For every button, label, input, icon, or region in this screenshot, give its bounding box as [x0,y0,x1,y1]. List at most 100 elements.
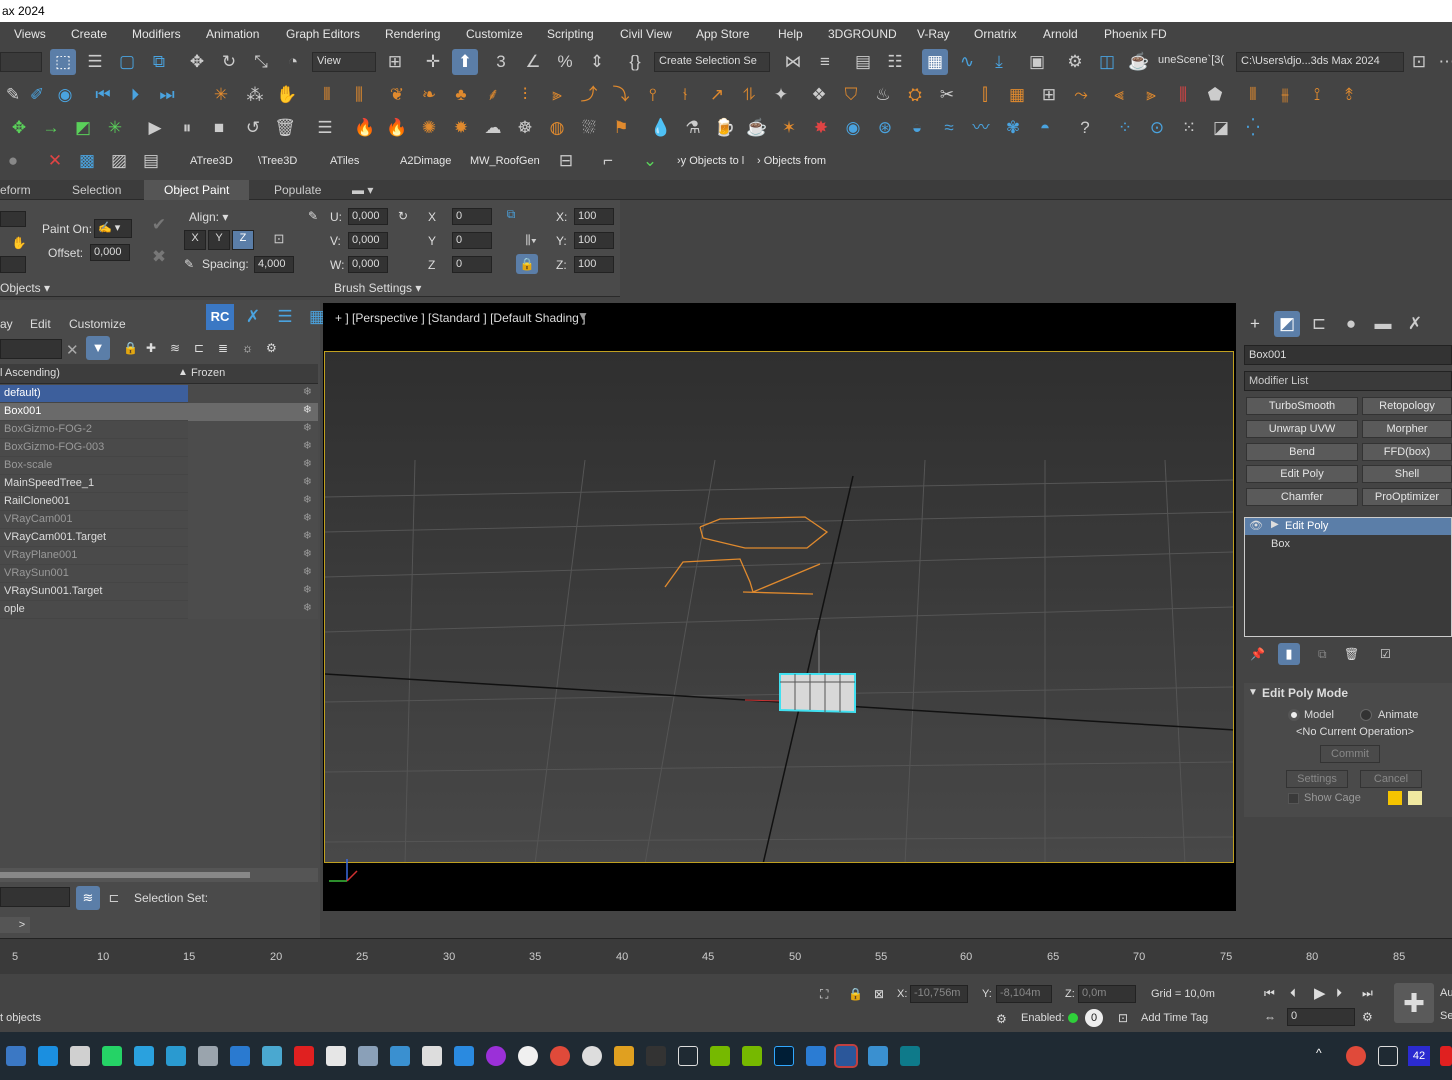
preset-j-icon[interactable]: ⫷ [1106,82,1132,108]
radio-animate[interactable] [1360,709,1372,721]
stack-item-edit-poly[interactable]: 👁 ▶ Edit Poly [1245,518,1451,535]
selection-set-dropdown[interactable] [0,887,70,907]
particles-e-icon[interactable]: ⁛ [1240,115,1266,141]
beer-icon[interactable]: 🍺 [712,115,738,141]
taskbar-camera-icon[interactable] [198,1046,218,1066]
taskbar-whatsapp-icon[interactable] [102,1046,122,1066]
add-layer-icon[interactable]: ✚ [146,341,156,355]
prev-frame-button[interactable] [0,917,14,933]
taskbar-calculator-icon[interactable] [70,1046,90,1066]
brush-settings-title[interactable]: Brush Settings ▾ [334,281,421,295]
taskbar-app-icon[interactable] [230,1046,250,1066]
freeze-icon[interactable]: ❄ [188,583,318,601]
w-input[interactable]: 0,000 [348,256,388,273]
scene-explorer-icon[interactable]: ▤ [850,49,876,75]
snap-c-icon[interactable]: ◩ [70,115,96,141]
offset-input[interactable]: 0,000 [90,244,130,261]
table-row[interactable]: Box-scale ❄ [0,457,318,475]
particles-a-icon[interactable]: ⁘ [1112,115,1138,141]
splash-b-icon[interactable]: ✾ [1000,115,1026,141]
preset-b-icon[interactable]: ⛉ [838,82,864,108]
scale-y-input[interactable]: 100 [574,232,614,249]
forest-scatter-icon[interactable]: ⁂ [242,82,268,108]
frame-icon[interactable]: ⊟ [553,148,579,174]
pivot-icon[interactable]: ⊞ [382,49,408,75]
motion-tab-icon[interactable]: ● [1338,311,1364,337]
col-frozen-header[interactable]: Frozen [191,367,225,379]
bend-button[interactable]: Bend [1246,443,1358,461]
menu-scripting[interactable]: Scripting [547,27,594,41]
snap-b-icon[interactable]: → [38,115,64,141]
vortex-icon[interactable]: ⊛ [872,115,898,141]
wave-b-icon[interactable]: ≈ [936,115,962,141]
play-preview-icon[interactable]: ⏵ [122,82,148,108]
angle-snap-icon[interactable]: ∠ [520,49,546,75]
unwrap-uvw-button[interactable]: Unwrap UVW [1246,420,1358,438]
tree-f-icon[interactable]: ⫸ [544,82,570,108]
taskbar-app-icon[interactable] [868,1046,888,1066]
curve-editor-icon[interactable]: ∿ [954,49,980,75]
tab-object-paint[interactable]: Object Paint [144,180,250,200]
preset-l-icon[interactable]: ⫼ [1170,82,1196,108]
objects-panel-title[interactable]: Objects ▾ [0,281,50,295]
chamfer-button[interactable]: Chamfer [1246,488,1358,506]
project-path-dropdown[interactable]: C:\Users\djo...3ds Max 2024 [1236,52,1404,72]
taskbar-app-icon[interactable] [326,1046,346,1066]
tree-b-icon[interactable]: ❧ [416,82,442,108]
configure-sets-icon[interactable]: ☑ [1380,647,1391,661]
play-icon[interactable]: ▶ [1314,984,1326,1002]
rot-y-input[interactable]: 0 [452,232,492,249]
preset-h-icon[interactable]: ⊞ [1036,82,1062,108]
foam-icon[interactable]: ◓ [1032,115,1058,141]
ffd-box-button[interactable]: FFD(box) [1362,443,1452,461]
taskbar-photos-icon[interactable] [390,1046,410,1066]
lock-icon[interactable]: 🔒 [123,341,138,355]
set-key-icon[interactable]: ✚ [1394,983,1434,1023]
add-time-tag-icon[interactable]: ⊡ [1118,1011,1128,1025]
rollout-title[interactable]: Edit Poly Mode [1262,686,1348,700]
layer-dropdown[interactable] [0,52,42,72]
absolute-mode-icon[interactable]: ⊠ [874,987,884,1001]
taskbar-app-icon[interactable] [742,1046,762,1066]
preset-f-icon[interactable]: ⫿ [972,82,998,108]
enabled-counter[interactable]: 0 [1085,1009,1103,1027]
preset-k-icon[interactable]: ⫸ [1138,82,1164,108]
mw-roofgen-button[interactable]: MW_RoofGen [470,155,540,167]
cage-color-swatch-2[interactable] [1408,791,1422,805]
tree-g-icon[interactable]: ⤴ [576,82,602,108]
material-editor-icon[interactable]: ▣ [1024,49,1050,75]
render-production-icon[interactable]: ☕ [1126,49,1152,75]
retopology-button[interactable]: Retopology [1362,397,1452,415]
freeze-icon[interactable]: ❄ [188,547,318,565]
modify-tab-icon[interactable]: ◩ [1274,311,1300,337]
turbosmooth-button[interactable]: TurboSmooth [1246,397,1358,415]
filter-icon[interactable]: ▼ [86,336,110,360]
ribbon-toggle-icon[interactable]: ▦ [922,49,948,75]
spline-shape-c[interactable] [742,591,814,595]
sim-pause-icon[interactable]: ⏸ [174,115,200,141]
preset-e-icon[interactable]: ✂ [934,82,960,108]
spinner-snap-icon[interactable]: ⇕ [584,49,610,75]
freeze-icon[interactable]: ❄ [188,529,318,547]
freeze-icon[interactable]: ❄ [188,601,318,619]
preset-i-icon[interactable]: ⤳ [1068,82,1094,108]
settings-icon[interactable]: ⚙ [266,341,277,355]
tray-app-icon[interactable] [1346,1046,1366,1066]
time-slider-track[interactable]: 5 10 15 20 25 30 35 40 45 50 55 60 65 70… [0,938,1452,974]
pick-icon[interactable]: ✋ [8,233,30,253]
sim-restore-icon[interactable]: ↺ [240,115,266,141]
railclone-fence-icon[interactable]: ⫴ [314,82,340,108]
menu-help[interactable]: Help [778,27,803,41]
expand-arrow-icon[interactable]: ▶ [1271,519,1279,530]
layer-explorer-icon[interactable]: ☷ [882,49,908,75]
make-unique-icon[interactable]: ⧉ [1318,647,1327,662]
table-row[interactable]: BoxGizmo-FOG-003 ❄ [0,439,318,457]
menu-views[interactable]: Views [14,27,46,41]
tree-m-icon[interactable]: ✦ [768,82,794,108]
psd-icon[interactable]: ✕ [42,148,68,174]
go-to-end-icon[interactable]: ⏭ [1362,986,1373,1001]
explorer-menu-edit[interactable]: Edit [30,317,51,331]
sim-stop-icon[interactable]: ■ [206,115,232,141]
freeze-icon[interactable]: ❄ [188,565,318,583]
fire-b-icon[interactable]: 🔥 [384,115,410,141]
